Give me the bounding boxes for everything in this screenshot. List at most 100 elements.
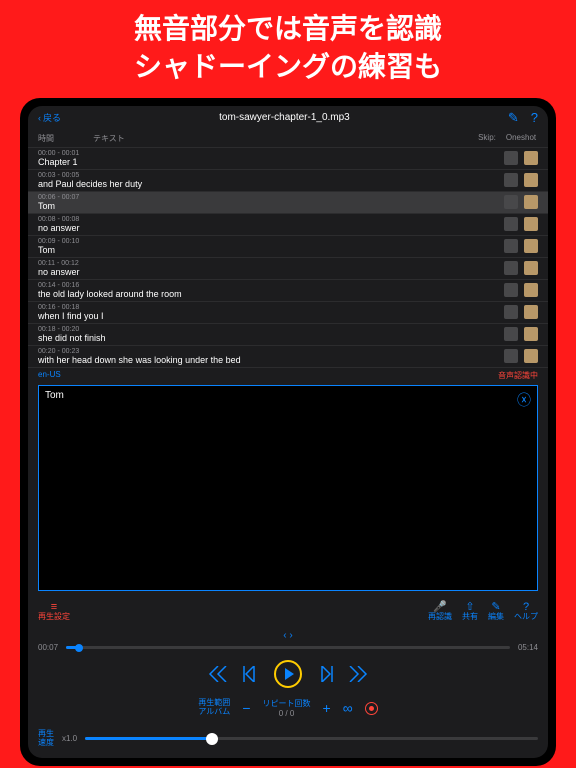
row-text: Chapter 1 <box>38 157 498 167</box>
skip-checkbox[interactable] <box>504 283 518 297</box>
skip-checkbox[interactable] <box>504 217 518 231</box>
expand-player-icon[interactable]: ‹ › <box>38 630 538 641</box>
top-bar: ‹ 戻る tom-sawyer-chapter-1_0.mp3 ✎ ? <box>28 106 548 130</box>
back-button[interactable]: ‹ 戻る <box>38 111 61 124</box>
skip-back-icon[interactable] <box>208 666 228 682</box>
row-text: and Paul decides her duty <box>38 179 498 189</box>
playback-settings-button[interactable]: ≡ 再生設定 <box>38 601 70 622</box>
oneshot-checkbox[interactable] <box>524 261 538 275</box>
speed-thumb[interactable] <box>206 733 218 745</box>
oneshot-checkbox[interactable] <box>524 327 538 341</box>
repeat-increment-button[interactable]: + <box>323 700 331 716</box>
header-oneshot: Oneshot <box>504 133 538 144</box>
transcript-row[interactable]: 00:09 - 00:10Tom <box>28 236 548 258</box>
transcript-row[interactable]: 00:14 - 00:16the old lady looked around … <box>28 280 548 302</box>
header-text: テキスト <box>93 133 470 144</box>
header-skip: Skip: <box>470 133 504 144</box>
oneshot-checkbox[interactable] <box>524 173 538 187</box>
repeat-bar: 再生範囲アルバム − リピート回数0 / 0 + ∞ <box>38 696 538 720</box>
recognition-output: Tom ⓧ <box>38 385 538 592</box>
row-timestamp: 00:06 - 00:07 <box>38 194 498 201</box>
skip-forward-icon[interactable] <box>348 666 368 682</box>
output-text: Tom <box>45 390 64 401</box>
edit-button[interactable]: ✎編集 <box>488 601 504 622</box>
row-timestamp: 00:03 - 00:05 <box>38 172 498 179</box>
help-button[interactable]: ?ヘルプ <box>514 601 538 622</box>
oneshot-checkbox[interactable] <box>524 239 538 253</box>
speed-value: x1.0 <box>62 734 77 743</box>
progress-thumb[interactable] <box>75 644 83 652</box>
row-timestamp: 00:20 - 00:23 <box>38 348 498 355</box>
skip-checkbox[interactable] <box>504 349 518 363</box>
row-text: Tom <box>38 201 498 211</box>
transcript-row[interactable]: 00:03 - 00:05and Paul decides her duty <box>28 170 548 192</box>
row-timestamp: 00:11 - 00:12 <box>38 260 498 267</box>
skip-checkbox[interactable] <box>504 195 518 209</box>
row-timestamp: 00:18 - 00:20 <box>38 326 498 333</box>
transcript-row[interactable]: 00:00 - 00:01Chapter 1 <box>28 148 548 170</box>
row-text: no answer <box>38 223 498 233</box>
skip-checkbox[interactable] <box>504 305 518 319</box>
transcript-row[interactable]: 00:16 - 00:18when I find you I <box>28 302 548 324</box>
recognition-bar: en-US 音声認識中 <box>28 368 548 383</box>
row-text: Tom <box>38 245 498 255</box>
edit-label: 編集 <box>488 613 504 622</box>
row-timestamp: 00:00 - 00:01 <box>38 150 498 157</box>
speed-bar: 再生速度 x1.0 <box>28 724 548 758</box>
oneshot-checkbox[interactable] <box>524 195 538 209</box>
speed-label: 再生速度 <box>38 730 54 748</box>
repeat-decrement-button[interactable]: − <box>242 700 250 716</box>
skip-checkbox[interactable] <box>504 151 518 165</box>
row-timestamp: 00:09 - 00:10 <box>38 238 498 245</box>
oneshot-checkbox[interactable] <box>524 305 538 319</box>
record-button[interactable] <box>365 702 378 715</box>
transcript-row[interactable]: 00:20 - 00:23with her head down she was … <box>28 346 548 368</box>
skip-checkbox[interactable] <box>504 327 518 341</box>
row-text: when I find you I <box>38 311 498 321</box>
rerecognize-button[interactable]: 🎤再認識 <box>428 601 452 622</box>
recognition-status: 音声認識中 <box>498 370 538 381</box>
row-text: the old lady looked around the room <box>38 289 498 299</box>
file-title: tom-sawyer-chapter-1_0.mp3 <box>61 112 508 123</box>
row-timestamp: 00:14 - 00:16 <box>38 282 498 289</box>
row-text: with her head down she was looking under… <box>38 355 498 365</box>
share-button[interactable]: ⇧共有 <box>462 601 478 622</box>
row-text: no answer <box>38 267 498 277</box>
elapsed-time: 00:07 <box>38 643 58 652</box>
header-time: 時間 <box>38 133 93 144</box>
transcript-row[interactable]: 00:08 - 00:08no answer <box>28 214 548 236</box>
speed-track[interactable] <box>85 737 538 740</box>
play-icon <box>285 668 294 680</box>
row-timestamp: 00:08 - 00:08 <box>38 216 498 223</box>
clear-output-icon[interactable]: ⓧ <box>517 390 531 410</box>
playback-controls <box>38 652 538 696</box>
edit-icon[interactable]: ✎ <box>508 110 519 126</box>
oneshot-checkbox[interactable] <box>524 151 538 165</box>
help-label: ヘルプ <box>514 613 538 622</box>
help-icon[interactable]: ? <box>531 110 538 126</box>
oneshot-checkbox[interactable] <box>524 217 538 231</box>
step-back-icon[interactable] <box>242 666 260 682</box>
transcript-row[interactable]: 00:11 - 00:12no answer <box>28 258 548 280</box>
skip-checkbox[interactable] <box>504 261 518 275</box>
back-label: 戻る <box>43 111 61 124</box>
skip-checkbox[interactable] <box>504 239 518 253</box>
control-bar: ≡ 再生設定 🎤再認識 ⇧共有 ✎編集 ?ヘルプ <box>28 597 548 626</box>
locale-label: en-US <box>38 370 61 381</box>
oneshot-checkbox[interactable] <box>524 349 538 363</box>
total-time: 05:14 <box>518 643 538 652</box>
play-button[interactable] <box>274 660 302 688</box>
progress-track[interactable] <box>66 646 510 649</box>
oneshot-checkbox[interactable] <box>524 283 538 297</box>
skip-checkbox[interactable] <box>504 173 518 187</box>
step-forward-icon[interactable] <box>316 666 334 682</box>
share-label: 共有 <box>462 613 478 622</box>
repeat-infinite-button[interactable]: ∞ <box>343 700 353 716</box>
repeat-label: リピート回数 <box>263 698 311 709</box>
transcript-row[interactable]: 00:18 - 00:20she did not finish <box>28 324 548 346</box>
promo-line-1: 無音部分では音声を認識 <box>0 10 576 48</box>
device-frame: ‹ 戻る tom-sawyer-chapter-1_0.mp3 ✎ ? 時間 テ… <box>20 98 556 766</box>
range-button[interactable]: 再生範囲アルバム <box>198 699 230 717</box>
transcript-row[interactable]: 00:06 - 00:07Tom <box>28 192 548 214</box>
repeat-count: 0 / 0 <box>263 709 311 718</box>
